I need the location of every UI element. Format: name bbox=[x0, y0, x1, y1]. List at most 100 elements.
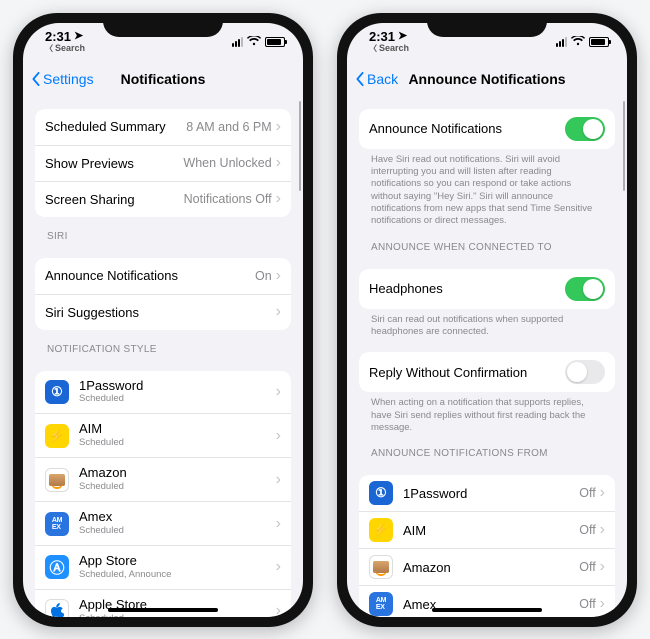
row-value: 8 AM and 6 PM bbox=[186, 120, 271, 134]
app-row-app-store[interactable]: Ⓐ App Store Scheduled, Announce › bbox=[35, 545, 291, 589]
app-sub: Scheduled, Announce bbox=[79, 570, 276, 581]
app-value: Off bbox=[579, 486, 595, 500]
app-row-amex[interactable]: AMEX Amex Off› bbox=[359, 585, 615, 616]
row-show-previews[interactable]: Show Previews When Unlocked › bbox=[35, 145, 291, 181]
scrollbar[interactable] bbox=[623, 101, 625, 191]
row-screen-sharing[interactable]: Screen Sharing Notifications Off› bbox=[35, 181, 291, 217]
back-label: Settings bbox=[43, 71, 94, 87]
app-icon bbox=[45, 468, 69, 492]
home-indicator[interactable] bbox=[432, 608, 542, 612]
app-icon: AMEX bbox=[369, 592, 393, 616]
chevron-right-icon: › bbox=[276, 428, 281, 444]
page-title: Notifications bbox=[121, 71, 206, 87]
breadcrumb[interactable]: 〈 Search bbox=[369, 44, 409, 53]
row-label: Scheduled Summary bbox=[45, 119, 186, 134]
battery-icon bbox=[589, 37, 609, 47]
chevron-right-icon: › bbox=[600, 596, 605, 612]
group-reply: Reply Without Confirmation bbox=[359, 352, 615, 392]
chevron-left-icon bbox=[31, 72, 41, 86]
breadcrumb[interactable]: 〈 Search bbox=[45, 44, 85, 53]
chevron-right-icon: › bbox=[276, 559, 281, 575]
footer-announce: Have Siri read out notifications. Siri w… bbox=[359, 149, 615, 228]
row-reply[interactable]: Reply Without Confirmation bbox=[359, 352, 615, 392]
location-icon: ➤ bbox=[398, 31, 407, 42]
toggle-reply[interactable] bbox=[565, 360, 605, 384]
app-icon: ① bbox=[45, 380, 69, 404]
chevron-left-icon: 〈 bbox=[45, 45, 53, 53]
notch bbox=[427, 13, 547, 37]
app-sub: Scheduled bbox=[79, 614, 276, 617]
row-label: Announce Notifications bbox=[369, 121, 565, 136]
cellular-icon bbox=[556, 37, 567, 47]
row-value: When Unlocked bbox=[183, 156, 271, 170]
content[interactable]: Scheduled Summary 8 AM and 6 PM › Show Pr… bbox=[23, 97, 303, 617]
status-time: 2:31 bbox=[45, 30, 71, 43]
app-sub: Scheduled bbox=[79, 482, 276, 493]
app-sub: Scheduled bbox=[79, 526, 276, 537]
chevron-right-icon: › bbox=[276, 119, 281, 135]
row-label: Reply Without Confirmation bbox=[369, 365, 565, 380]
home-indicator[interactable] bbox=[108, 608, 218, 612]
app-name: App Store bbox=[79, 554, 276, 569]
chevron-right-icon: › bbox=[600, 522, 605, 538]
app-row-aim[interactable]: ⚡ AIM Off› bbox=[359, 511, 615, 548]
app-name: AIM bbox=[79, 422, 276, 437]
section-header-connected: ANNOUNCE WHEN CONNECTED TO bbox=[359, 228, 615, 257]
content[interactable]: Announce Notifications Have Siri read ou… bbox=[347, 97, 627, 617]
app-row-aim[interactable]: ⚡ AIM Scheduled › bbox=[35, 413, 291, 457]
chevron-right-icon: › bbox=[276, 472, 281, 488]
footer-headphones: Siri can read out notifications when sup… bbox=[359, 309, 615, 339]
chevron-right-icon: › bbox=[600, 559, 605, 575]
status-time: 2:31 bbox=[369, 30, 395, 43]
toggle-announce[interactable] bbox=[565, 117, 605, 141]
row-scheduled-summary[interactable]: Scheduled Summary 8 AM and 6 PM › bbox=[35, 109, 291, 145]
app-row-amazon[interactable]: Amazon Off› bbox=[359, 548, 615, 585]
app-row-1password[interactable]: ① 1Password Off› bbox=[359, 475, 615, 511]
chevron-right-icon: › bbox=[276, 603, 281, 616]
page-title: Announce Notifications bbox=[408, 71, 565, 87]
app-icon bbox=[369, 555, 393, 579]
app-name: 1Password bbox=[79, 379, 276, 394]
chevron-right-icon: › bbox=[276, 155, 281, 171]
group-from-apps: ① 1Password Off› ⚡ AIM Off› Amazon Off› … bbox=[359, 475, 615, 616]
app-icon: ⚡ bbox=[45, 424, 69, 448]
scrollbar[interactable] bbox=[299, 101, 301, 191]
app-name: 1Password bbox=[403, 486, 579, 501]
app-name: Amazon bbox=[79, 466, 276, 481]
row-label: Show Previews bbox=[45, 156, 183, 171]
chevron-right-icon: › bbox=[600, 485, 605, 501]
row-siri-suggestions[interactable]: Siri Suggestions › bbox=[35, 294, 291, 330]
nav-bar: Back Announce Notifications bbox=[347, 61, 627, 97]
row-headphones[interactable]: Headphones bbox=[359, 269, 615, 309]
back-button[interactable]: Settings bbox=[31, 61, 94, 97]
app-name: Amazon bbox=[403, 560, 579, 575]
phone-left: 2:31 ➤ 〈 Search Settings Not bbox=[13, 13, 313, 627]
app-row-apple-store[interactable]: Apple Store Scheduled › bbox=[35, 589, 291, 617]
location-icon: ➤ bbox=[74, 31, 83, 42]
group-announce: Announce Notifications bbox=[359, 109, 615, 149]
row-announce-notifications[interactable]: Announce Notifications On› bbox=[35, 258, 291, 294]
app-icon: AMEX bbox=[45, 512, 69, 536]
app-name: Amex bbox=[79, 510, 276, 525]
app-sub: Scheduled bbox=[79, 438, 276, 449]
section-header-siri: SIRI bbox=[35, 217, 291, 246]
app-icon bbox=[45, 599, 69, 616]
cellular-icon bbox=[232, 37, 243, 47]
app-row-amazon[interactable]: Amazon Scheduled › bbox=[35, 457, 291, 501]
chevron-left-icon bbox=[355, 72, 365, 86]
phone-right: 2:31 ➤ 〈 Search Back Announc bbox=[337, 13, 637, 627]
app-name: AIM bbox=[403, 523, 579, 538]
back-label: Back bbox=[367, 71, 398, 87]
toggle-headphones[interactable] bbox=[565, 277, 605, 301]
chevron-right-icon: › bbox=[276, 268, 281, 284]
app-row-1password[interactable]: ① 1Password Scheduled › bbox=[35, 371, 291, 414]
row-announce-notifications[interactable]: Announce Notifications bbox=[359, 109, 615, 149]
group-general: Scheduled Summary 8 AM and 6 PM › Show Pr… bbox=[35, 109, 291, 217]
footer-reply: When acting on a notification that suppo… bbox=[359, 392, 615, 434]
app-row-amex[interactable]: AMEX Amex Scheduled › bbox=[35, 501, 291, 545]
section-header-from: ANNOUNCE NOTIFICATIONS FROM bbox=[359, 434, 615, 463]
back-button[interactable]: Back bbox=[355, 61, 398, 97]
app-sub: Scheduled bbox=[79, 394, 276, 405]
chevron-right-icon: › bbox=[276, 304, 281, 320]
group-headphones: Headphones bbox=[359, 269, 615, 309]
